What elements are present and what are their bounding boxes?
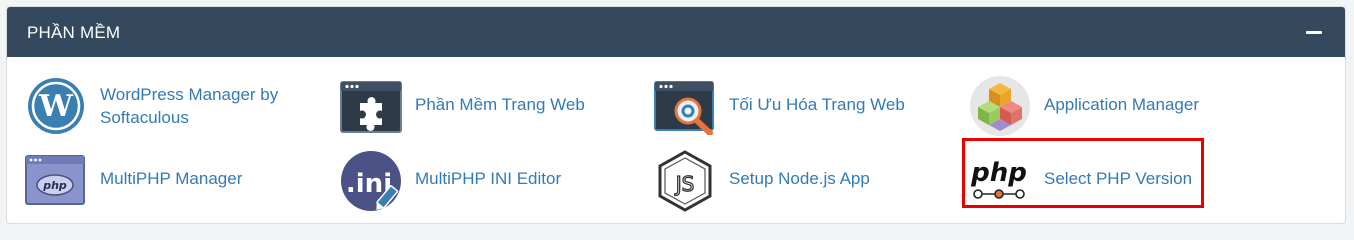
- app-label-line2: Softaculous: [100, 108, 189, 127]
- app-multiphp-manager[interactable]: php MultiPHP Manager: [25, 155, 325, 217]
- app-label-line1: WordPress Manager by: [100, 85, 279, 104]
- app-multiphp-ini-editor[interactable]: .ini MultiPHP INI Editor: [340, 150, 640, 212]
- panel-title: PHẦN MỀM: [27, 23, 121, 42]
- svg-text:W: W: [38, 89, 74, 124]
- minus-icon: [1306, 31, 1322, 34]
- software-panel: PHẦN MỀM W WordPress Manager by Softacul…: [6, 6, 1346, 224]
- php-window-icon: php: [25, 155, 87, 217]
- app-label: MultiPHP Manager: [100, 169, 243, 188]
- app-wordpress-manager[interactable]: W WordPress Manager by Softaculous: [25, 75, 325, 137]
- puzzle-icon: [340, 81, 402, 143]
- panel-header[interactable]: PHẦN MỀM: [7, 7, 1345, 57]
- js-text: JS: [674, 172, 695, 196]
- highlight-box: [962, 138, 1204, 208]
- app-label: Phần Mềm Trang Web: [415, 95, 585, 114]
- app-label: Application Manager: [1044, 95, 1199, 114]
- app-setup-nodejs[interactable]: JS Setup Node.js App: [654, 150, 954, 212]
- app-label: Setup Node.js App: [729, 169, 870, 188]
- cubes-icon: [969, 75, 1031, 137]
- wordpress-icon: W: [25, 75, 87, 137]
- php-text: php: [42, 179, 67, 192]
- nodejs-icon: JS: [654, 150, 716, 212]
- app-application-manager[interactable]: Application Manager: [969, 75, 1269, 137]
- app-site-optimization[interactable]: Tối Ưu Hóa Trang Web: [654, 81, 954, 143]
- collapse-button[interactable]: [1305, 23, 1323, 41]
- ini-editor-icon: .ini: [340, 150, 402, 212]
- app-label: Tối Ưu Hóa Trang Web: [729, 95, 905, 114]
- app-label: WordPress Manager by Softaculous: [100, 83, 278, 129]
- site-optimize-icon: [654, 81, 716, 143]
- app-label: MultiPHP INI Editor: [415, 169, 562, 188]
- app-site-software[interactable]: Phần Mềm Trang Web: [340, 81, 640, 143]
